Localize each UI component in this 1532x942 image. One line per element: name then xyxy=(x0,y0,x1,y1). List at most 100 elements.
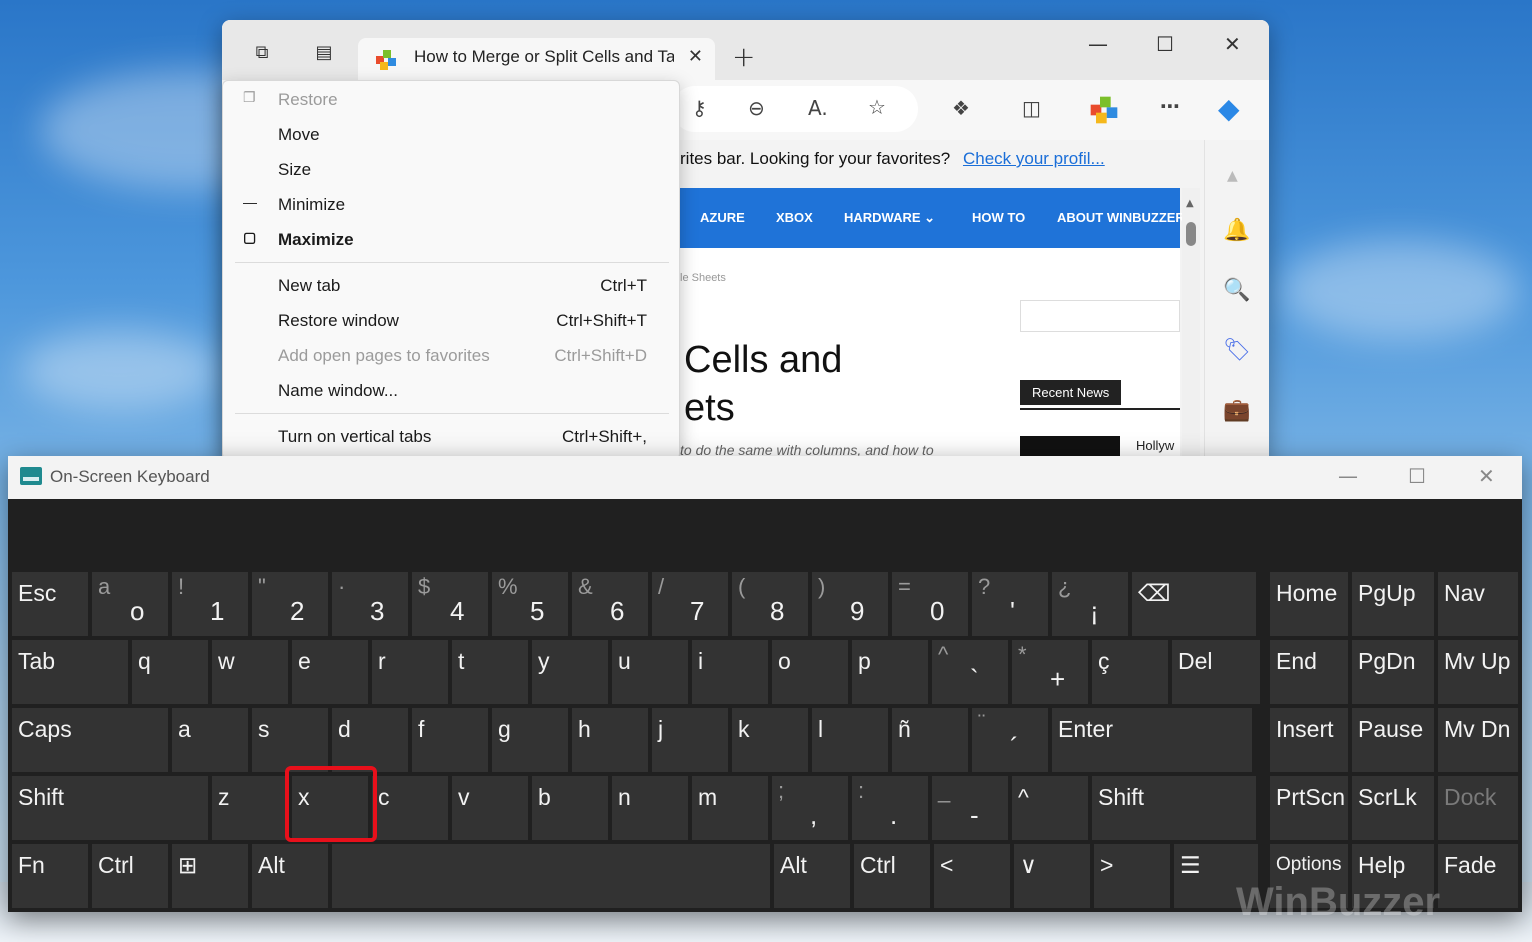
tab-active[interactable]: How to Merge or Split Cells and Tables i… xyxy=(358,38,715,80)
key-d[interactable]: d xyxy=(332,708,408,772)
key-o[interactable]: ao xyxy=(92,572,168,636)
key-.[interactable]: :. xyxy=(852,776,928,840)
key-<[interactable]: < xyxy=(934,844,1010,908)
menu-item-move[interactable]: Move xyxy=(223,118,679,153)
minimize-icon[interactable]: — xyxy=(1088,32,1108,56)
key-shift[interactable]: Shift xyxy=(1092,776,1256,840)
key-o[interactable]: o xyxy=(772,640,848,704)
key-b[interactable]: b xyxy=(532,776,608,840)
key-p[interactable]: p xyxy=(852,640,928,704)
key-z[interactable]: z xyxy=(212,776,288,840)
nav-item-azure[interactable]: AZURE xyxy=(700,210,745,225)
winbuzzer-extension-icon[interactable] xyxy=(1088,94,1120,126)
osk-maximize-icon[interactable]: ☐ xyxy=(1408,464,1426,488)
read-aloud-icon[interactable]: A. xyxy=(808,96,828,120)
osk-close-icon[interactable]: ✕ xyxy=(1478,464,1495,488)
key-9[interactable]: ) 9 xyxy=(812,572,888,636)
key-e[interactable]: e xyxy=(292,640,368,704)
key-n[interactable]: n xyxy=(612,776,688,840)
page-scrollbar[interactable]: ▲ xyxy=(1182,188,1200,460)
key-u[interactable]: u xyxy=(612,640,688,704)
key-prtscn[interactable]: PrtScn xyxy=(1270,776,1348,840)
key-5[interactable]: % 5 xyxy=(492,572,568,636)
key-m[interactable]: m xyxy=(692,776,768,840)
new-tab-icon[interactable]: + xyxy=(732,40,755,73)
menu-item-size[interactable]: Size xyxy=(223,153,679,188)
key-g[interactable]: g xyxy=(492,708,568,772)
menu-item-restore[interactable]: ❐ Restore xyxy=(223,83,679,118)
key-esc[interactable]: Esc xyxy=(12,572,88,636)
menu-item-minimize[interactable]: — Minimize xyxy=(223,188,679,223)
key-tab[interactable]: Tab xyxy=(12,640,128,704)
key-ç[interactable]: ç xyxy=(1092,640,1168,704)
nav-item-how-to[interactable]: HOW TO xyxy=(972,210,1025,225)
key-dock[interactable]: Dock xyxy=(1438,776,1518,840)
key-scrlk[interactable]: ScrLk xyxy=(1352,776,1434,840)
osk-title-bar[interactable]: On-Screen Keyboard — ☐ ✕ xyxy=(8,456,1522,499)
notifications-bell-icon[interactable]: 🔔 xyxy=(1223,218,1250,243)
key-ctrl[interactable]: Ctrl xyxy=(854,844,930,908)
key-end[interactable]: End xyxy=(1270,640,1348,704)
key--[interactable]: _ - xyxy=(932,776,1008,840)
key-^[interactable]: ^ xyxy=(1012,776,1088,840)
key-2[interactable]: " 2 xyxy=(252,572,328,636)
breadcrumb[interactable]: le Sheets xyxy=(680,272,726,284)
key-alt[interactable]: Alt xyxy=(252,844,328,908)
key-⊞[interactable]: ⊞ xyxy=(172,844,248,908)
key-w[interactable]: w xyxy=(212,640,288,704)
key-y[interactable]: y xyxy=(532,640,608,704)
extensions-icon[interactable]: ❖ xyxy=(952,96,970,120)
key-fn[interactable]: Fn xyxy=(12,844,88,908)
key-7[interactable]: /7 xyxy=(652,572,728,636)
key-icon[interactable]: ⚷ xyxy=(692,96,707,120)
key-0[interactable]: = 0 xyxy=(892,572,968,636)
key-insert[interactable]: Insert xyxy=(1270,708,1348,772)
maximize-icon[interactable]: ☐ xyxy=(1156,32,1174,56)
key-shift[interactable]: Shift xyxy=(12,776,208,840)
nav-item-about[interactable]: ABOUT WINBUZZER xyxy=(1057,210,1185,225)
key-a[interactable]: a xyxy=(172,708,248,772)
osk-minimize-icon[interactable]: — xyxy=(1338,464,1358,488)
key-k[interactable]: k xyxy=(732,708,808,772)
sidebar-collapse-icon[interactable]: ▲ xyxy=(1227,168,1238,184)
key-pgdn[interactable]: PgDn xyxy=(1352,640,1434,704)
key-¡[interactable]: ¿ ¡ xyxy=(1052,572,1128,636)
key-i[interactable]: i xyxy=(692,640,768,704)
key-f[interactable]: f xyxy=(412,708,488,772)
close-icon[interactable]: ✕ xyxy=(1224,32,1241,56)
nav-item-xbox[interactable]: XBOX xyxy=(776,210,813,225)
copilot-icon[interactable]: ◆ xyxy=(1218,92,1240,125)
key-3[interactable]: · 3 xyxy=(332,572,408,636)
address-bar[interactable]: ⚷ ⊖ A. ☆ xyxy=(672,86,918,132)
key-`[interactable]: ^ ` xyxy=(932,640,1008,704)
key-8[interactable]: (8 xyxy=(732,572,808,636)
tab-actions-icon[interactable]: ▤ xyxy=(312,42,336,66)
key-fade[interactable]: Fade xyxy=(1438,844,1518,908)
key-alt[interactable]: Alt xyxy=(774,844,850,908)
key-,[interactable]: ;, xyxy=(772,776,848,840)
menu-item-vertical-tabs[interactable]: Turn on vertical tabs Ctrl+Shift+, xyxy=(223,420,679,455)
key-´[interactable]: ¨ ´ xyxy=(972,708,1048,772)
key-'[interactable]: ? ' xyxy=(972,572,1048,636)
key-c[interactable]: c xyxy=(372,776,448,840)
more-options-icon[interactable]: ⋯ xyxy=(1160,94,1180,118)
search-icon[interactable]: 🔍 xyxy=(1223,278,1250,303)
key-q[interactable]: q xyxy=(132,640,208,704)
key-∨[interactable]: ∨ xyxy=(1014,844,1090,908)
key-ctrl[interactable]: Ctrl xyxy=(92,844,168,908)
key-mv-dn[interactable]: Mv Dn xyxy=(1438,708,1518,772)
menu-item-restore-window[interactable]: Restore window Ctrl+Shift+T xyxy=(223,304,679,339)
key->[interactable]: > xyxy=(1094,844,1170,908)
key-6[interactable]: & 6 xyxy=(572,572,648,636)
key-j[interactable]: j xyxy=(652,708,728,772)
nav-item-hardware[interactable]: HARDWARE ⌄ xyxy=(844,210,935,226)
menu-item-name-window[interactable]: Name window... xyxy=(223,374,679,409)
key-v[interactable]: v xyxy=(452,776,528,840)
check-profile-link[interactable]: Check your profil... xyxy=(963,149,1105,168)
key-1[interactable]: ! 1 xyxy=(172,572,248,636)
key-s[interactable]: s xyxy=(252,708,328,772)
zoom-out-icon[interactable]: ⊖ xyxy=(748,96,765,120)
news-item-title[interactable]: Hollyw xyxy=(1136,438,1174,453)
menu-item-add-to-favorites[interactable]: Add open pages to favorites Ctrl+Shift+D xyxy=(223,339,679,374)
favorite-star-icon[interactable]: ☆ xyxy=(868,95,886,119)
